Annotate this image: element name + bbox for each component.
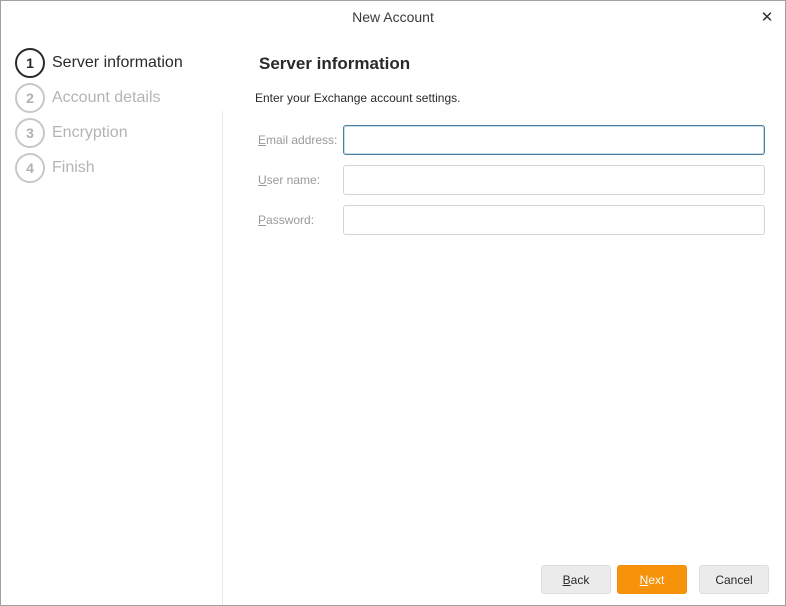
wizard-steps: 1 Server information 2 Account details 3… — [1, 35, 222, 605]
email-label-text: mail address: — [266, 133, 338, 147]
step-label: Finish — [52, 159, 95, 176]
cancel-button[interactable]: Cancel — [699, 565, 769, 594]
step-number-badge: 3 — [15, 118, 45, 148]
page-title: Server information — [259, 54, 411, 73]
back-label: ack — [570, 572, 590, 587]
step-finish[interactable]: 4 Finish — [15, 153, 95, 183]
close-icon[interactable]: ✕ — [755, 6, 779, 28]
step-number-badge: 1 — [15, 48, 45, 78]
username-label-mnemonic: U — [258, 173, 267, 187]
next-button[interactable]: Next — [617, 565, 687, 594]
instructions-text: Enter your Exchange account settings. — [255, 91, 461, 105]
step-number-badge: 4 — [15, 153, 45, 183]
back-button[interactable]: Back — [541, 565, 611, 594]
email-label: Email address: — [258, 133, 337, 147]
new-account-dialog: New Account ✕ 1 Server information 2 Acc… — [0, 0, 786, 606]
next-mnemonic: N — [639, 572, 649, 587]
title-bar: New Account ✕ — [1, 1, 785, 35]
step-encryption[interactable]: 3 Encryption — [15, 118, 128, 148]
next-label: ext — [648, 572, 665, 587]
password-input[interactable] — [343, 205, 765, 235]
step-label: Server information — [52, 54, 183, 71]
step-label: Encryption — [52, 124, 128, 141]
step-number-badge: 2 — [15, 83, 45, 113]
step-account-details[interactable]: 2 Account details — [15, 83, 161, 113]
password-label-mnemonic: P — [258, 213, 267, 227]
step-label: Account details — [52, 89, 161, 106]
step-server-information[interactable]: 1 Server information — [15, 48, 183, 78]
back-mnemonic: B — [562, 572, 571, 587]
main-panel: Server information Enter your Exchange a… — [223, 35, 785, 605]
dialog-title: New Account — [352, 9, 434, 25]
email-address-input[interactable] — [343, 125, 765, 155]
username-input[interactable] — [343, 165, 765, 195]
password-label: Password: — [258, 213, 314, 227]
username-label: User name: — [258, 173, 320, 187]
username-label-text: ser name: — [266, 173, 321, 187]
email-label-mnemonic: E — [258, 133, 267, 147]
password-label-text: assword: — [266, 213, 315, 227]
